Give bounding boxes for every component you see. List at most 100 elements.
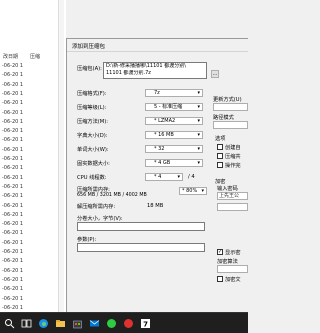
- path-mode-select[interactable]: [213, 121, 248, 129]
- dict-value: * 16 MB: [154, 132, 174, 138]
- list-item-date: -06-20 1: [2, 221, 24, 228]
- list-item-date: -06-20 1: [2, 276, 24, 283]
- level-select[interactable]: 5 - 标准压缩 ▾: [145, 103, 203, 111]
- show-password-checkbox[interactable]: ✓: [217, 249, 223, 255]
- file-explorer-icon[interactable]: [55, 318, 66, 329]
- update-mode-label: 更新方式(U): [213, 97, 242, 103]
- list-item[interactable]: -06-20 1: [0, 220, 66, 229]
- list-item[interactable]: -06-20 1: [0, 229, 66, 238]
- store-icon[interactable]: [72, 318, 83, 329]
- app-red-icon[interactable]: [123, 318, 134, 329]
- mem-detail: 656 MB / 3201 MB / 4002 MB: [77, 193, 147, 198]
- update-mode-select[interactable]: [213, 103, 248, 111]
- format-value: 7z: [154, 90, 160, 96]
- chevron-down-icon: ▾: [197, 146, 200, 152]
- list-item[interactable]: -06-20 1: [0, 90, 66, 99]
- list-item-date: -06-20 1: [2, 230, 24, 237]
- list-item[interactable]: -06-20 1: [0, 267, 66, 276]
- list-item[interactable]: -06-20 1: [0, 155, 66, 164]
- solid-select[interactable]: * 4 GB ▾: [145, 159, 203, 167]
- list-item[interactable]: -06-20 1: [0, 146, 66, 155]
- app-green-icon[interactable]: [106, 318, 117, 329]
- list-item[interactable]: -06-20 1: [0, 127, 66, 136]
- list-item[interactable]: -06-20 1: [0, 276, 66, 285]
- list-item-date: -06-20 1: [2, 286, 24, 293]
- list-item[interactable]: -06-20 1: [0, 109, 66, 118]
- decomp-label: 解压缩所需内存:: [77, 204, 116, 210]
- archive-path-line2: 11101 都渡分别.7z: [106, 70, 151, 76]
- list-item[interactable]: -06-20 1: [0, 62, 66, 71]
- option3-checkbox[interactable]: [217, 162, 223, 168]
- method-select[interactable]: * LZMA2 ▾: [145, 117, 203, 125]
- list-item[interactable]: -06-20 1: [0, 71, 66, 80]
- taskbar: 7: [0, 312, 248, 333]
- add-to-archive-dialog: 添加到压缩包 压缩包(A): D:\新-修采播播哪\11101 都渡分别\ 11…: [66, 38, 248, 326]
- list-item-date: -06-20 1: [2, 295, 24, 302]
- list-item-date: -06-20 1: [2, 81, 24, 88]
- format-select[interactable]: 7z ▾: [145, 89, 203, 97]
- chevron-down-icon: ▾: [197, 160, 200, 166]
- word-value: * 32: [154, 146, 165, 152]
- background-file-list: 改日期 压缩 -06-20 1 -06-20 1 -06-20 1 -06-20 1 -…: [0, 0, 66, 312]
- cpu-total: / 4: [188, 174, 195, 180]
- option1-checkbox[interactable]: [217, 144, 223, 150]
- edge-icon[interactable]: [38, 318, 49, 329]
- option2-checkbox[interactable]: [217, 153, 223, 159]
- list-item[interactable]: -06-20 1: [0, 211, 66, 220]
- list-item-date: -06-20 1: [2, 304, 24, 311]
- word-label: 单词大小(W):: [77, 147, 109, 153]
- list-item-date: -06-20 1: [2, 183, 24, 190]
- params-input[interactable]: [77, 243, 205, 252]
- list-item-date: -06-20 1: [2, 137, 24, 144]
- list-item[interactable]: -06-20 1: [0, 257, 66, 266]
- mem-percent-select[interactable]: * 80% ▾: [179, 187, 207, 195]
- cpu-label: CPU 线程数:: [77, 175, 107, 181]
- list-item[interactable]: -06-20 1: [0, 202, 66, 211]
- list-item-date: -06-20 1: [2, 258, 24, 265]
- list-item[interactable]: -06-20 1: [0, 295, 66, 304]
- decomp-value: 18 MB: [147, 203, 164, 209]
- cpu-select[interactable]: * 4 ▾: [145, 173, 183, 181]
- archive-label: 压缩包(A):: [77, 66, 102, 72]
- 7zip-icon[interactable]: 7: [140, 318, 151, 329]
- list-item[interactable]: -06-20 1: [0, 164, 66, 173]
- level-value: 5 - 标准压缩: [154, 104, 183, 110]
- file-list-header: 改日期 压缩: [0, 52, 66, 60]
- password-confirm-input[interactable]: [217, 203, 248, 211]
- solid-label: 固实数据大小:: [77, 161, 110, 167]
- search-icon[interactable]: [4, 318, 15, 329]
- list-item[interactable]: -06-20 1: [0, 239, 66, 248]
- split-size-input[interactable]: [77, 222, 205, 231]
- list-item[interactable]: -06-20 1: [0, 136, 66, 145]
- encrypt-method-select[interactable]: [217, 265, 248, 273]
- list-item[interactable]: -06-20 1: [0, 192, 66, 201]
- dict-label: 字典大小(D):: [77, 133, 108, 139]
- list-item[interactable]: -06-20 1: [0, 248, 66, 257]
- list-item-date: -06-20 1: [2, 211, 24, 218]
- word-select[interactable]: * 32 ▾: [145, 145, 203, 153]
- chevron-down-icon: ▾: [201, 188, 204, 194]
- archive-path-input[interactable]: D:\新-修采播播哪\11101 都渡分别\ 11101 都渡分别.7z: [103, 62, 207, 79]
- list-item-date: -06-20 1: [2, 90, 24, 97]
- encrypt-files-label: 加密文: [225, 277, 241, 283]
- list-item-date: -06-20 1: [2, 156, 24, 162]
- list-item-date: -06-20 1: [2, 146, 24, 153]
- dict-select[interactable]: * 16 MB ▾: [145, 131, 203, 139]
- params-label: 参数(P):: [77, 237, 97, 243]
- option2-label: 压缩共: [225, 154, 241, 160]
- browse-button[interactable]: …: [211, 70, 219, 78]
- list-item[interactable]: -06-20 1: [0, 81, 66, 90]
- solid-value: * 4 GB: [154, 160, 171, 166]
- password-input[interactable]: 上先王公: [217, 192, 248, 200]
- list-item[interactable]: -06-20 1: [0, 174, 66, 183]
- format-label: 压缩格式(F):: [77, 91, 107, 97]
- list-item[interactable]: -06-20 1: [0, 183, 66, 192]
- list-item[interactable]: -06-20 1: [0, 99, 66, 108]
- list-item[interactable]: -06-20 1: [0, 285, 66, 294]
- encrypt-files-checkbox[interactable]: [217, 276, 223, 282]
- options-label: 选项: [215, 136, 226, 142]
- task-view-icon[interactable]: [21, 318, 32, 329]
- list-item[interactable]: -06-20 1: [0, 118, 66, 127]
- list-item-date: -06-20 1: [2, 174, 24, 181]
- mail-icon[interactable]: [89, 318, 100, 329]
